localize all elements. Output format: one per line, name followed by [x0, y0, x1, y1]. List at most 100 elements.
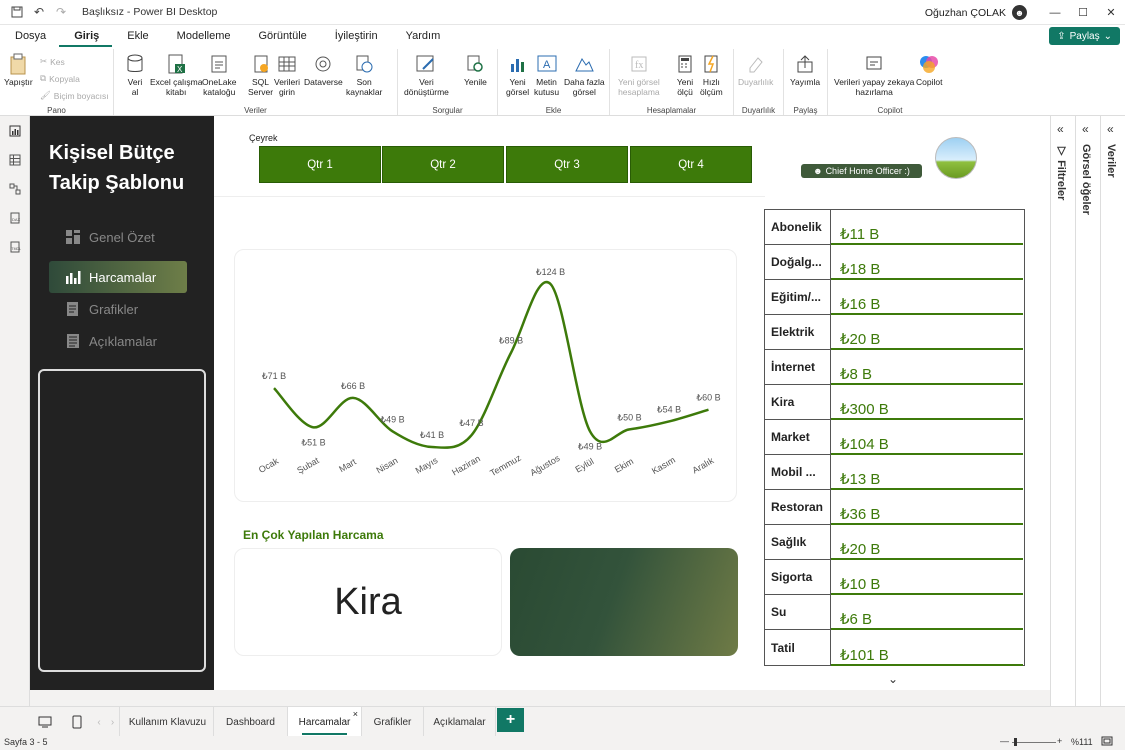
- collapse-icon[interactable]: «: [1107, 122, 1114, 136]
- tab-kullanim-klavuzu[interactable]: Kullanım Klavuzu: [122, 707, 214, 737]
- quick-measure-button[interactable]: Hızlı ölçüm: [700, 53, 723, 97]
- minimize-icon[interactable]: —: [1041, 0, 1069, 25]
- menu-goruntule[interactable]: Görüntüle: [243, 25, 319, 47]
- cut-button[interactable]: ✂ Kes: [40, 56, 65, 67]
- nav-genel-ozet[interactable]: Genel Özet: [49, 221, 187, 253]
- undo-icon[interactable]: ↶: [28, 1, 50, 23]
- menu-iyilestirin[interactable]: İyileştirin: [320, 25, 391, 47]
- sensitivity-button[interactable]: Duyarlılık: [738, 53, 773, 87]
- ribbon-group-hesaplamalar: fx Yeni görsel hesaplama Yeni ölçü Hızlı öl…: [610, 49, 734, 115]
- recent-sources-icon: [353, 53, 375, 75]
- table-cell-category: Eğitim/...: [765, 280, 831, 314]
- table-cell-category: Doğalg...: [765, 245, 831, 279]
- filters-pane-label: ▽ Filtreler: [1055, 144, 1067, 201]
- slicer-qtr-4[interactable]: Qtr 4: [630, 146, 752, 183]
- new-visual-button[interactable]: Yeni görsel: [506, 53, 529, 97]
- x-tick-label: Temmuz: [488, 452, 523, 478]
- table-row: Sigorta ₺10 B: [765, 560, 1023, 595]
- zoom-in-icon[interactable]: +: [1057, 736, 1062, 746]
- report-canvas: Kişisel Bütçe Takip Şablonu Genel Özet H…: [30, 116, 1050, 690]
- tab-aciklamalar[interactable]: Açıklamalar: [424, 707, 496, 737]
- visualizations-pane[interactable]: « Görsel öğeler: [1076, 116, 1101, 706]
- zoom-slider-thumb[interactable]: [1014, 738, 1017, 746]
- data-pane[interactable]: « Veriler: [1101, 116, 1125, 706]
- collapse-icon[interactable]: «: [1057, 122, 1064, 136]
- transform-data-button[interactable]: Veri dönüştürme: [404, 53, 449, 97]
- menu-modelleme[interactable]: Modelleme: [162, 25, 244, 47]
- mobile-layout-icon[interactable]: [62, 707, 92, 737]
- slicer-qtr-1[interactable]: Qtr 1: [259, 146, 381, 183]
- onelake-icon: [208, 53, 230, 75]
- save-icon[interactable]: [6, 1, 28, 23]
- data-pane-label: Veriler: [1105, 144, 1117, 178]
- publish-button[interactable]: Yayımla: [790, 53, 820, 87]
- data-label: ₺60 B: [696, 393, 720, 403]
- table-cell-value: ₺104 B: [831, 420, 1023, 455]
- get-data-button[interactable]: Veri al: [124, 53, 146, 97]
- zoom-slider[interactable]: [1012, 742, 1056, 743]
- collapse-icon[interactable]: «: [1082, 122, 1089, 136]
- table-cell-category: Tatil: [765, 630, 831, 665]
- user-account[interactable]: Oğuzhan ÇOLAK ☻: [925, 0, 1027, 25]
- title-bar: ↶ ↷ Başlıksız - Power BI Desktop Oğuzhan…: [0, 0, 1125, 25]
- text-box-icon: A: [536, 53, 558, 75]
- recent-sources-button[interactable]: Son kaynaklar: [346, 53, 382, 97]
- transform-icon: [415, 53, 437, 75]
- fit-page-icon[interactable]: [1101, 736, 1113, 748]
- nav-harcamalar[interactable]: Harcamalar: [49, 261, 187, 293]
- redo-icon[interactable]: ↷: [50, 1, 72, 23]
- tab-prev-icon[interactable]: ‹: [92, 707, 106, 737]
- menu-dosya[interactable]: Dosya: [0, 25, 59, 47]
- menu-yardim[interactable]: Yardım: [391, 25, 454, 47]
- data-label: ₺49 B: [578, 441, 602, 451]
- table-row: Market ₺104 B: [765, 420, 1023, 455]
- new-measure-button[interactable]: Yeni ölçü: [674, 53, 696, 97]
- sql-server-button[interactable]: SQL Server: [248, 53, 273, 97]
- tmdl-view-icon[interactable]: TMDL: [0, 232, 30, 261]
- paste-button[interactable]: Yapıştır: [4, 53, 33, 87]
- more-visuals-button[interactable]: Daha fazla görsel: [564, 53, 605, 97]
- copilot-button[interactable]: Copilot: [916, 53, 942, 87]
- menu-ekle[interactable]: Ekle: [112, 25, 161, 47]
- table-view-icon[interactable]: [0, 145, 30, 174]
- share-button[interactable]: ⇪ Paylaş ⌄: [1049, 27, 1120, 45]
- line-chart-card[interactable]: ₺71 B ₺51 B ₺66 B ₺49 B ₺41 B ₺47 B ₺89 B ₺124 …: [234, 249, 737, 502]
- dataverse-button[interactable]: Dataverse: [304, 53, 343, 87]
- maximize-icon[interactable]: ☐: [1069, 0, 1097, 25]
- add-page-button[interactable]: +: [497, 708, 524, 732]
- filters-pane[interactable]: « ▽ Filtreler: [1051, 116, 1076, 706]
- tab-grafikler[interactable]: Grafikler: [362, 707, 424, 737]
- text-box-button[interactable]: A Metin kutusu: [534, 53, 559, 97]
- enter-data-button[interactable]: Verileri girin: [274, 53, 300, 97]
- report-view-icon[interactable]: [0, 116, 30, 145]
- close-icon[interactable]: ✕: [1097, 0, 1125, 25]
- tab-harcamalar[interactable]: Harcamalar ×: [288, 707, 362, 737]
- onelake-button[interactable]: OneLake kataloğu: [202, 53, 237, 97]
- visual-calculation-button[interactable]: fx Yeni görsel hesaplama: [618, 53, 660, 97]
- slicer-qtr-3[interactable]: Qtr 3: [506, 146, 628, 183]
- refresh-button[interactable]: Yenile: [464, 53, 487, 87]
- filter-icon: ▽: [1055, 144, 1067, 161]
- table-row: Restoran ₺36 B: [765, 490, 1023, 525]
- tab-next-icon[interactable]: ›: [106, 707, 120, 737]
- nav-aciklamalar[interactable]: Açıklamalar: [49, 325, 187, 357]
- excel-button[interactable]: X Excel çalışma kitabı: [150, 53, 202, 97]
- table-row: Tatil ₺101 B: [765, 630, 1023, 666]
- series-line: [273, 280, 709, 449]
- excel-icon: X: [165, 53, 187, 75]
- tab-dashboard[interactable]: Dashboard: [214, 707, 288, 737]
- dax-query-icon[interactable]: DAX: [0, 203, 30, 232]
- chevron-down-icon[interactable]: ⌄: [888, 672, 898, 686]
- model-view-icon[interactable]: [0, 174, 30, 203]
- format-painter-button[interactable]: 🖌 Biçim boyacısı: [40, 90, 109, 101]
- copy-button[interactable]: ⧉ Kopyala: [40, 73, 80, 84]
- prep-data-ai-button[interactable]: Verileri yapay zekaya hazırlama: [834, 53, 914, 97]
- close-tab-icon[interactable]: ×: [353, 709, 358, 719]
- desktop-layout-icon[interactable]: [30, 707, 60, 737]
- prep-data-icon: [863, 53, 885, 75]
- x-tick-label: Ağustos: [528, 453, 562, 478]
- slicer-qtr-2[interactable]: Qtr 2: [382, 146, 504, 183]
- zoom-out-icon[interactable]: —: [1000, 736, 1009, 746]
- menu-giris[interactable]: Giriş: [59, 25, 113, 47]
- nav-grafikler[interactable]: Grafikler: [49, 293, 187, 325]
